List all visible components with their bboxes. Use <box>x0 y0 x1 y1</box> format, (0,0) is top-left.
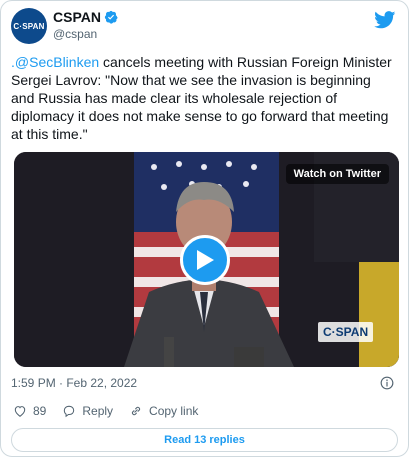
mention-link[interactable]: .@SecBlinken <box>11 54 99 70</box>
copy-link-label: Copy link <box>149 404 199 418</box>
tweet-card: C·SPAN CSPAN @cspan .@SecBlinken cancels… <box>0 0 409 457</box>
twitter-bird-icon[interactable] <box>374 11 396 29</box>
reply-icon <box>64 405 75 418</box>
author-name-row: CSPAN <box>53 9 118 25</box>
like-count: 89 <box>33 404 47 418</box>
author-display-name[interactable]: CSPAN <box>53 9 101 25</box>
avatar[interactable]: C·SPAN <box>11 8 47 44</box>
reply-label: Reply <box>82 404 114 418</box>
like-action[interactable]: 89 <box>13 404 46 418</box>
verified-badge-icon <box>104 10 118 24</box>
copy-link-action[interactable]: Copy link <box>129 404 198 418</box>
tweet-actions: 89 Reply Copy link <box>13 404 214 418</box>
author-handle[interactable]: @cspan <box>53 27 118 41</box>
tweet-text: .@SecBlinken cancels meeting with Russia… <box>11 53 396 143</box>
reply-action[interactable]: Reply <box>62 404 113 418</box>
info-icon[interactable] <box>380 376 394 390</box>
play-button[interactable] <box>180 235 230 285</box>
link-icon <box>131 406 141 416</box>
video-player[interactable]: Watch on Twitter C·SPAN <box>14 152 399 367</box>
author-block[interactable]: CSPAN @cspan <box>53 9 118 41</box>
heart-icon <box>14 406 26 417</box>
read-replies-button[interactable]: Read 13 replies <box>11 428 398 452</box>
cspan-watermark: C·SPAN <box>318 322 374 342</box>
watch-on-twitter-button[interactable]: Watch on Twitter <box>285 164 389 184</box>
tweet-timestamp[interactable]: 1:59 PM · Feb 22, 2022 <box>11 376 137 390</box>
play-icon <box>197 250 214 270</box>
